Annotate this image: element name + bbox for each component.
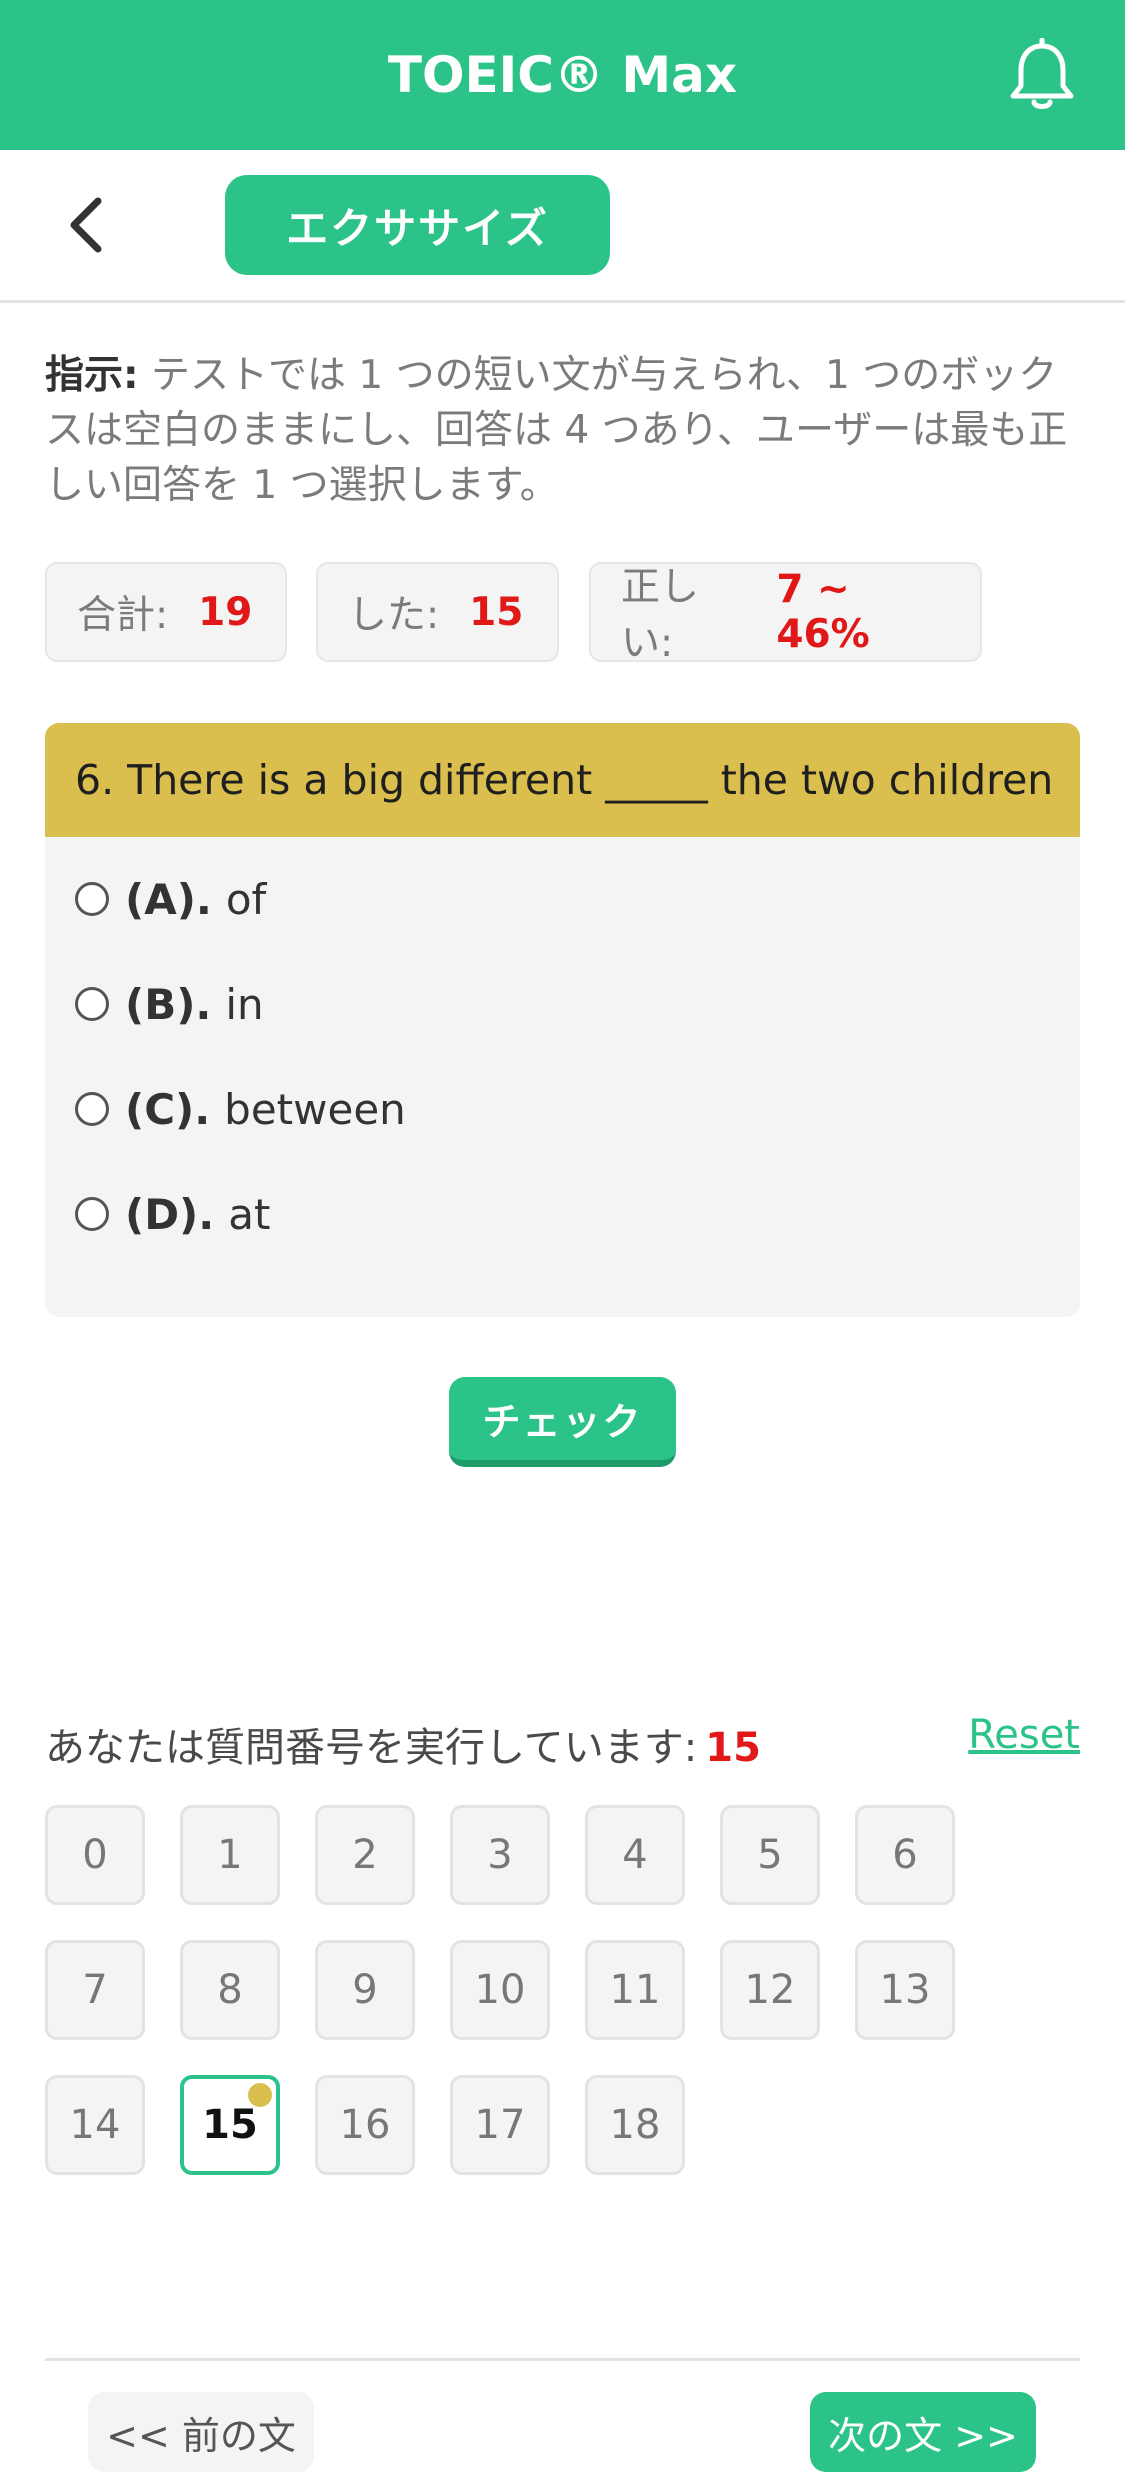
stat-total-value: 19: [198, 589, 253, 635]
next-sentence-button[interactable]: 次の文 >>: [810, 2392, 1036, 2472]
question-number-16[interactable]: 16: [315, 2075, 415, 2175]
progress-label: あなたは質問番号を実行しています:: [45, 1725, 698, 1771]
stat-done-label: した:: [348, 593, 440, 638]
instruction-body: テストでは 1 つの短い文が与えられ、1 つのボックスは空白のままにし、回答は …: [45, 353, 1068, 508]
radio-c[interactable]: [75, 1092, 109, 1126]
question-number-14[interactable]: 14: [45, 2075, 145, 2175]
question-number-7[interactable]: 7: [45, 1940, 145, 2040]
question-number-5[interactable]: 5: [720, 1805, 820, 1905]
question-number-13[interactable]: 13: [855, 1940, 955, 2040]
question-card: 6. There is a big different _____ the tw…: [45, 723, 1080, 1317]
stat-total: 合計: 19: [45, 562, 287, 662]
question-number-4[interactable]: 4: [585, 1805, 685, 1905]
instruction-text: 指示: テストでは 1 つの短い文が与えられ、1 つのボックスは空白のままにし、…: [45, 348, 1085, 513]
option-d[interactable]: (D). at: [75, 1184, 270, 1244]
question-number-11[interactable]: 11: [585, 1940, 685, 2040]
option-text: of: [225, 874, 267, 924]
option-letter: (A).: [125, 874, 212, 924]
prev-sentence-button[interactable]: << 前の文: [88, 2392, 314, 2472]
question-number-9[interactable]: 9: [315, 1940, 415, 2040]
option-b[interactable]: (B). in: [75, 974, 264, 1034]
app-bar: TOEIC® Max: [0, 0, 1125, 150]
radio-b[interactable]: [75, 987, 109, 1021]
check-button[interactable]: チェック: [449, 1377, 676, 1467]
radio-d[interactable]: [75, 1197, 109, 1231]
option-c[interactable]: (C). between: [75, 1079, 406, 1139]
question-number-6[interactable]: 6: [855, 1805, 955, 1905]
question-number-label: 15: [202, 2102, 258, 2148]
question-number-3[interactable]: 3: [450, 1805, 550, 1905]
question-number-15-current[interactable]: 15: [180, 2075, 280, 2175]
question-number-8[interactable]: 8: [180, 1940, 280, 2040]
option-text: in: [225, 979, 264, 1029]
option-text: at: [228, 1189, 271, 1239]
option-a[interactable]: (A). of: [75, 869, 266, 929]
chevron-left-icon[interactable]: [58, 195, 118, 255]
question-number-2[interactable]: 2: [315, 1805, 415, 1905]
divider: [45, 2358, 1080, 2361]
stat-correct-value: 7 ~ 46%: [776, 567, 870, 657]
question-number-1[interactable]: 1: [180, 1805, 280, 1905]
option-letter: (C).: [125, 1084, 211, 1134]
question-number-10[interactable]: 10: [450, 1940, 550, 2040]
question-text: 6. There is a big different _____ the tw…: [45, 723, 1080, 837]
app-title: TOEIC® Max: [387, 46, 738, 104]
stat-total-label: 合計:: [77, 593, 169, 638]
progress-text: あなたは質問番号を実行しています: 15: [45, 1715, 761, 1773]
radio-a[interactable]: [75, 882, 109, 916]
current-indicator-dot: [248, 2083, 272, 2107]
option-letter: (B).: [125, 979, 212, 1029]
tab-exercise[interactable]: エクササイズ: [225, 175, 610, 275]
option-text: between: [224, 1084, 406, 1134]
stat-done: した: 15: [316, 562, 559, 662]
instruction-label: 指示:: [45, 353, 139, 398]
question-number-18[interactable]: 18: [585, 2075, 685, 2175]
stat-correct-label: 正しい:: [621, 565, 700, 666]
bell-icon[interactable]: [1007, 38, 1077, 113]
reset-link[interactable]: Reset: [968, 1712, 1080, 1758]
stat-correct: 正しい: 7 ~ 46%: [589, 562, 982, 666]
progress-current: 15: [705, 1725, 761, 1771]
question-number-12[interactable]: 12: [720, 1940, 820, 2040]
option-letter: (D).: [125, 1189, 215, 1239]
question-number-17[interactable]: 17: [450, 2075, 550, 2175]
stat-done-value: 15: [469, 589, 524, 635]
question-number-0[interactable]: 0: [45, 1805, 145, 1905]
sub-header: エクササイズ: [0, 150, 1125, 303]
